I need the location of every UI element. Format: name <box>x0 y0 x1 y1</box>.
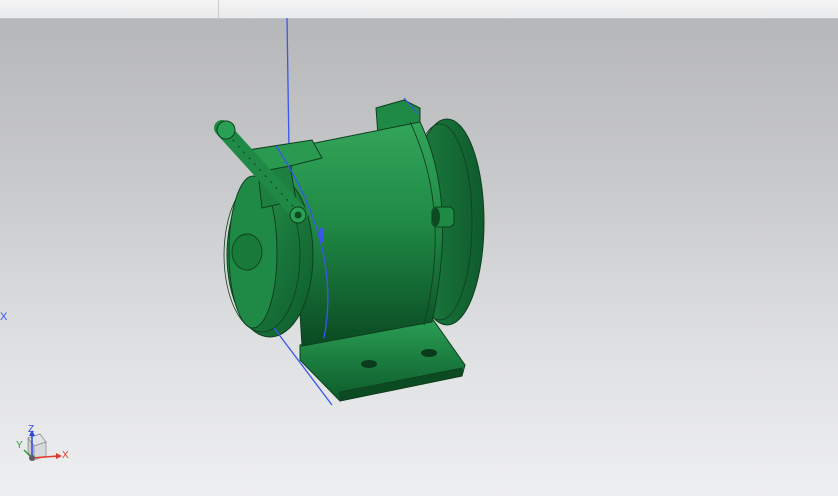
shaft-boss[interactable] <box>231 233 263 271</box>
triad-z-label: Z <box>28 424 35 435</box>
triad-y-label: Y <box>16 440 23 451</box>
datum-axis-x-label: X <box>0 311 8 323</box>
mounting-hole <box>421 349 437 357</box>
sketch-handle[interactable] <box>320 228 324 242</box>
graphics-viewport[interactable]: X Z Y X <box>0 0 838 496</box>
view-cube-icon <box>23 430 62 462</box>
view-triad[interactable]: Z Y X <box>14 424 74 474</box>
3d-model-view[interactable] <box>0 0 838 496</box>
triad-x-label: X <box>62 450 69 461</box>
side-lug[interactable] <box>431 206 455 228</box>
mounting-hole <box>361 360 377 368</box>
datum-axis-vertical[interactable] <box>286 17 290 151</box>
